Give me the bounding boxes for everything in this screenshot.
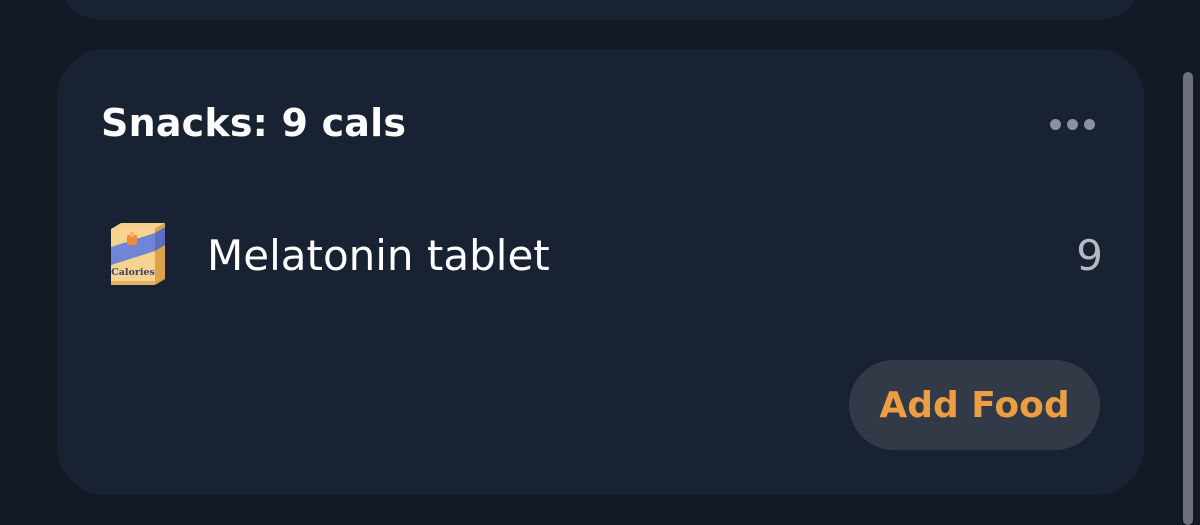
food-item-row[interactable]: Calories Melatonin tablet 9 xyxy=(101,221,1105,293)
add-food-button[interactable]: Add Food xyxy=(849,360,1100,450)
calories-box-icon: Calories xyxy=(111,223,165,285)
more-horizontal-icon-dot xyxy=(1083,118,1095,130)
more-horizontal-icon xyxy=(1049,118,1061,130)
scrollbar[interactable] xyxy=(1180,0,1200,525)
previous-meal-card xyxy=(57,0,1143,20)
meal-log-screen: Snacks: 9 cals Calories Melatonin tablet… xyxy=(0,0,1200,525)
food-item-calories: 9 xyxy=(1076,231,1103,280)
food-item-name: Melatonin tablet xyxy=(207,231,550,280)
scrollbar-thumb[interactable] xyxy=(1183,72,1193,525)
meal-card-title: Snacks: 9 cals xyxy=(101,101,407,145)
more-horizontal-icon-dot xyxy=(1066,118,1078,130)
snacks-meal-card: Snacks: 9 cals Calories Melatonin tablet… xyxy=(57,49,1144,495)
calories-box-label: Calories xyxy=(111,267,155,278)
more-options-button[interactable] xyxy=(1042,111,1102,137)
